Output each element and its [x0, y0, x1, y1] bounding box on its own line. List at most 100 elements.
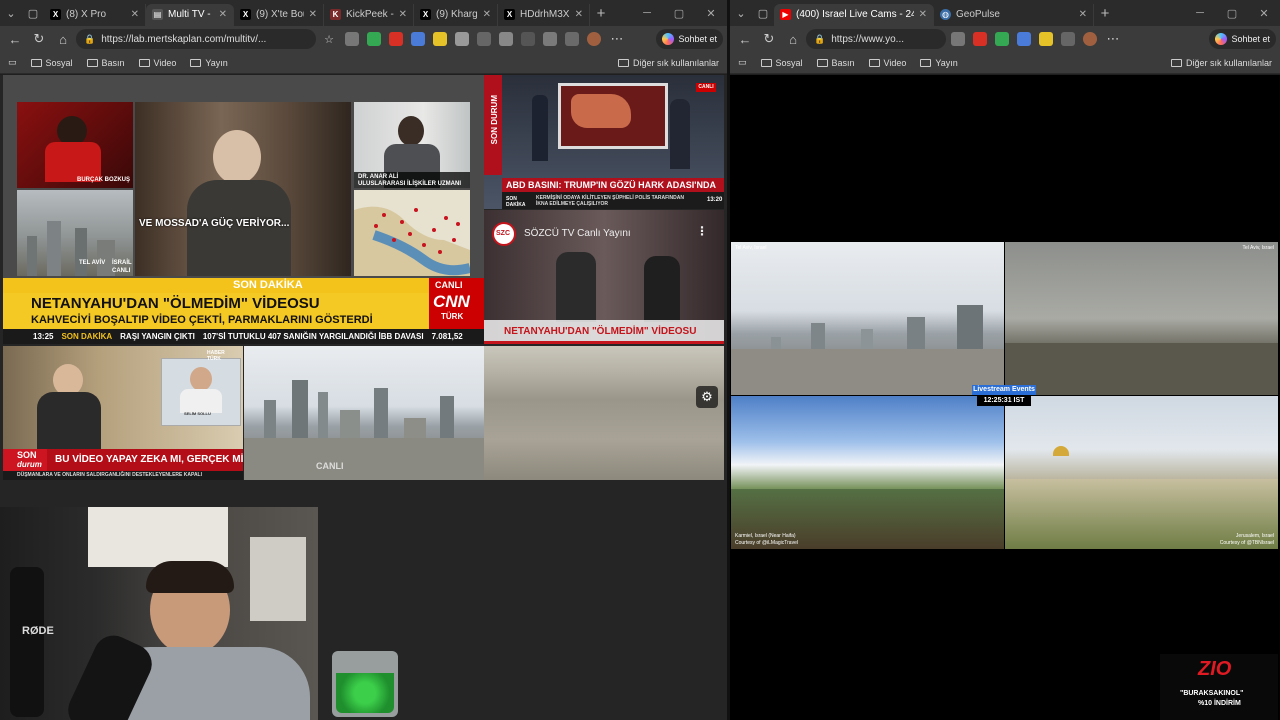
folder-icon — [816, 58, 828, 67]
subheadline: KAHVECİYİ BOŞALTIP VİDEO ÇEKTİ, PARMAKLA… — [31, 314, 373, 326]
guest-panel: DR. ANAR ALİ ULUSLARARASI İLİŞKİLER UZMA… — [354, 102, 470, 188]
minimize-icon[interactable]: ─ — [631, 7, 663, 20]
extension-icon[interactable] — [367, 32, 381, 46]
close-tab-icon[interactable]: ✕ — [575, 9, 583, 20]
extension-icon[interactable] — [1017, 32, 1031, 46]
cam-location: Tel Aviv, Israel — [735, 245, 767, 251]
bookmarks-toggle-icon[interactable]: ▭ — [738, 57, 747, 68]
persian-gulf-map — [354, 206, 470, 276]
folder-icon — [138, 58, 150, 67]
extension-icon[interactable] — [455, 32, 469, 46]
refresh-icon[interactable]: ↻ — [758, 28, 780, 50]
favorites-icon[interactable] — [521, 32, 535, 46]
bookmarks-toggle-icon[interactable]: ▭ — [8, 57, 17, 68]
trump-headline: ABD BASINI: TRUMP'IN GÖZÜ HARK ADASI'NDA — [506, 180, 716, 190]
refresh-icon[interactable]: ↻ — [28, 28, 50, 50]
tab-geopulse[interactable]: ◍ GeoPulse ✕ — [934, 3, 1094, 26]
video-menu-icon[interactable]: ⋮ — [696, 224, 708, 238]
microphone — [10, 567, 44, 717]
back-icon[interactable]: ← — [734, 28, 756, 50]
cam-karmiel: Karmiel, Israel (Near Haifa) Courtesy of… — [731, 396, 1004, 549]
bookmark-yayin[interactable]: Yayın — [190, 58, 228, 68]
bookmark-basin[interactable]: Basın — [86, 58, 125, 68]
extension-icon[interactable] — [543, 32, 557, 46]
news-ticker: 13:25 SON DAKİKA RAŞI YANGIN ÇIKTI 107'S… — [3, 329, 484, 344]
youtube-player[interactable]: Tel Aviv, Israel Tel Aviv, Israel Karmie… — [730, 75, 1280, 720]
bookmark-sosyal[interactable]: Sosyal — [30, 58, 73, 68]
extension-icon[interactable] — [389, 32, 403, 46]
extension-icon[interactable] — [433, 32, 447, 46]
close-window-icon[interactable]: ✕ — [695, 7, 727, 20]
tab-menu-chevron-icon[interactable]: ⌄ — [730, 0, 752, 26]
bookmark-video[interactable]: Video — [868, 58, 906, 68]
haberturk-player[interactable]: SELİM SOLLU HABER TÜRK SON durum BU VİDE… — [3, 346, 243, 480]
haberturk-ticker-text: DÜŞMANLARA VE ONLARIN SALDIRGANLIĞINI DE… — [17, 472, 203, 478]
profile-avatar[interactable] — [1083, 32, 1097, 46]
breaking-label: SON DAKİKA — [233, 279, 303, 291]
bookmark-yayin[interactable]: Yayın — [920, 58, 958, 68]
more-menu-icon[interactable]: ⋯ — [606, 28, 628, 50]
cam-jerusalem: Jerusalem, Israel Courtesy of @TBNIsrael — [1005, 396, 1278, 549]
workspaces-icon[interactable]: ▢ — [22, 0, 44, 26]
split-screen-icon[interactable] — [477, 32, 491, 46]
close-tab-icon[interactable]: ✕ — [309, 9, 317, 20]
tab-x-pro[interactable]: X (8) X Pro ✕ — [44, 3, 146, 26]
maximize-icon[interactable]: ▢ — [663, 7, 695, 20]
favorite-star-icon[interactable]: ☆ — [318, 28, 340, 50]
tab-kharg[interactable]: X (9) Kharg - Ar ✕ — [414, 3, 498, 26]
workspaces-icon[interactable]: ▢ — [752, 0, 774, 26]
bookmark-basin[interactable]: Basın — [816, 57, 855, 68]
tab-hddrhm[interactable]: X HDdrhM3XIAA ✕ — [498, 3, 590, 26]
trump-news-player[interactable]: SON DURUM CANLI ABD BASINI: TRUMP'IN GÖZ… — [484, 75, 724, 209]
settings-gear-icon[interactable]: ⚙ — [696, 386, 718, 408]
bookmark-label: Basın — [831, 57, 855, 68]
new-tab-icon[interactable]: + — [1094, 0, 1116, 26]
tab-israel-live-cams[interactable]: ▶ (400) Israel Live Cams - 24/7 Multi ✕ — [774, 3, 934, 26]
extension-icon[interactable] — [1039, 32, 1053, 46]
close-tab-icon[interactable]: ✕ — [131, 9, 139, 20]
folder-icon — [1170, 58, 1182, 67]
profile-avatar[interactable] — [587, 32, 601, 46]
close-tab-icon[interactable]: ✕ — [219, 9, 227, 20]
close-tab-icon[interactable]: ✕ — [399, 9, 407, 20]
back-icon[interactable]: ← — [4, 28, 26, 50]
close-tab-icon[interactable]: ✕ — [1079, 9, 1087, 20]
more-menu-icon[interactable]: ⋯ — [1102, 28, 1124, 50]
city-cam-player[interactable]: CANLI — [244, 346, 484, 480]
close-tab-icon[interactable]: ✕ — [483, 9, 491, 20]
url-field[interactable]: 🔒 https://lab.mertskaplan.com/multitv/..… — [76, 29, 316, 49]
chat-button[interactable]: Sohbet et — [1209, 29, 1276, 49]
minimize-icon[interactable]: ─ — [1184, 7, 1216, 20]
tab-kickpeek[interactable]: K KickPeek - Kic ✕ — [324, 3, 414, 26]
downloads-icon[interactable] — [565, 32, 579, 46]
multi-tv-page: BURÇAK BOZKUŞ TEL AVİV İSRAİL CANLI VE M… — [0, 75, 727, 720]
tab-multi-tv[interactable]: ▤ Multi TV - Hal ✕ — [146, 3, 234, 26]
extension-icon[interactable] — [411, 32, 425, 46]
close-window-icon[interactable]: ✕ — [1248, 7, 1280, 20]
new-tab-icon[interactable]: + — [590, 0, 612, 26]
tab-menu-chevron-icon[interactable]: ⌄ — [0, 0, 22, 26]
golden-dome — [1053, 446, 1069, 456]
extension-icon[interactable] — [499, 32, 513, 46]
extension-icon[interactable] — [951, 32, 965, 46]
chat-button[interactable]: Sohbet et — [656, 29, 723, 49]
extension-icon[interactable] — [345, 32, 359, 46]
other-bookmarks[interactable]: Diğer sık kullanılanlar — [617, 58, 719, 68]
guest-head — [398, 116, 424, 146]
home-icon[interactable]: ⌂ — [782, 28, 804, 50]
cnn-logo-text: CNN — [433, 292, 470, 311]
bookmark-sosyal[interactable]: Sosyal — [760, 58, 803, 68]
url-field[interactable]: 🔒 https://www.yo... — [806, 29, 946, 49]
close-tab-icon[interactable]: ✕ — [919, 9, 927, 20]
extension-icon[interactable] — [995, 32, 1009, 46]
cnn-turk-player[interactable]: BURÇAK BOZKUŞ TEL AVİV İSRAİL CANLI VE M… — [3, 75, 484, 344]
maximize-icon[interactable]: ▢ — [1216, 7, 1248, 20]
split-screen-icon[interactable] — [1061, 32, 1075, 46]
home-icon[interactable]: ⌂ — [52, 28, 74, 50]
tab-x-bounce[interactable]: X (9) X'te Bounce ✕ — [234, 3, 324, 26]
bookmark-video[interactable]: Video — [138, 58, 176, 68]
sozcu-tv-player[interactable]: SZC SÖZCÜ TV Canlı Yayını ⋮ NETANYAHU'DA… — [484, 210, 724, 344]
aerial-cam-player[interactable]: ⚙ — [484, 346, 724, 480]
other-bookmarks[interactable]: Diğer sık kullanılanlar — [1170, 58, 1272, 68]
extension-icon[interactable] — [973, 32, 987, 46]
